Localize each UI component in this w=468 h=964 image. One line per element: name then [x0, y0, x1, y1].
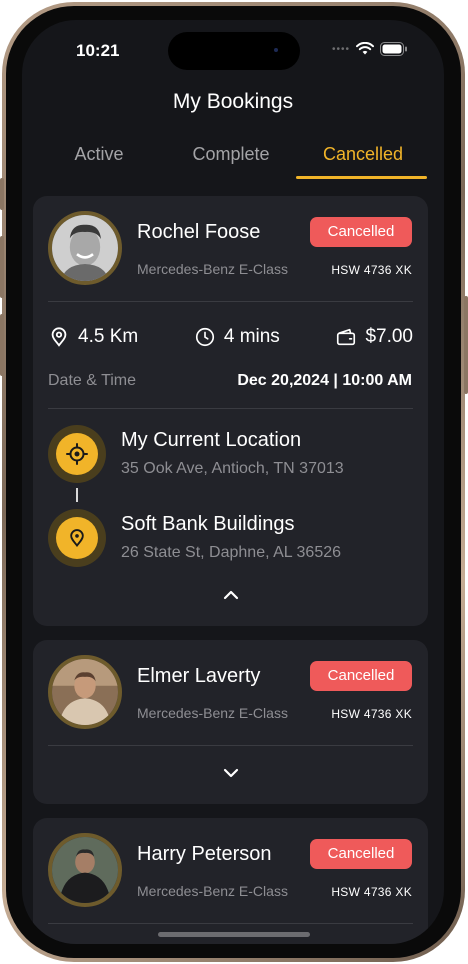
price-value: $7.00: [365, 326, 413, 347]
duration-stat: 4 mins: [194, 326, 280, 348]
divider: [48, 408, 413, 409]
active-tab-indicator: [296, 176, 427, 179]
divider: [48, 745, 413, 746]
driver-name: Harry Peterson: [137, 843, 272, 865]
booking-card[interactable]: Harry Peterson Cancelled Mercedes-Benz E…: [33, 818, 428, 944]
avatar: [48, 655, 122, 729]
trip-stats: 4.5 Km 4 mins $7.00: [48, 322, 413, 352]
wifi-icon: [356, 42, 374, 55]
mute-switch: [0, 178, 4, 210]
chevron-up-icon[interactable]: [220, 588, 242, 602]
status-bar: 10:21 ••••: [22, 20, 444, 80]
driver-name: Elmer Laverty: [137, 665, 261, 687]
driver-photo: [52, 659, 118, 725]
status-badge: Cancelled: [310, 217, 412, 247]
tab-complete[interactable]: Complete: [165, 142, 297, 182]
dropoff-title: Soft Bank Buildings: [121, 513, 295, 535]
divider: [48, 923, 413, 924]
pickup-address: 35 Ook Ave, Antioch, TN 37013: [121, 460, 344, 477]
status-badge: Cancelled: [310, 839, 412, 869]
avatar: [48, 833, 122, 907]
divider: [48, 301, 413, 302]
driver-photo: [52, 837, 118, 903]
datetime-label: Date & Time: [48, 372, 137, 389]
tab-active[interactable]: Active: [33, 142, 165, 182]
volume-down-button: [0, 314, 4, 376]
dropoff-address: 26 State St, Daphne, AL 36526: [121, 544, 342, 561]
route-connector: [76, 488, 78, 502]
distance-value: 4.5 Km: [78, 326, 139, 347]
duration-value: 4 mins: [223, 326, 280, 347]
datetime-value: Dec 20,2024 | 10:00 AM: [237, 372, 412, 389]
status-time: 10:21: [76, 41, 120, 60]
driver-photo: [52, 215, 118, 281]
avatar: [48, 211, 122, 285]
status-icons: ••••: [332, 42, 408, 56]
car-model: Mercedes-Benz E-Class: [137, 883, 288, 899]
driver-name: Rochel Foose: [137, 221, 261, 243]
battery-icon: [380, 42, 407, 56]
license-plate: HSW 4736 XK: [331, 263, 412, 277]
clock-icon: [195, 327, 214, 347]
license-plate: HSW 4736 XK: [331, 885, 412, 899]
distance-stat: 4.5 Km: [48, 326, 138, 348]
dynamic-island: [168, 32, 300, 70]
power-button: [464, 296, 468, 394]
location-pin-icon: [51, 327, 67, 347]
volume-up-button: [0, 236, 4, 298]
license-plate: HSW 4736 XK: [331, 707, 412, 721]
wallet-icon: [337, 328, 356, 346]
dropoff-marker: [48, 509, 106, 567]
crosshair-icon: [66, 443, 88, 465]
booking-card[interactable]: Elmer Laverty Cancelled Mercedes-Benz E-…: [33, 640, 428, 804]
home-indicator[interactable]: [158, 932, 310, 937]
pickup-marker: [48, 425, 106, 483]
car-model: Mercedes-Benz E-Class: [137, 261, 288, 277]
chevron-down-icon[interactable]: [220, 766, 242, 780]
page-title: My Bookings: [172, 90, 294, 113]
price-stat: $7.00: [335, 326, 413, 348]
location-pin-icon: [70, 529, 84, 547]
car-model: Mercedes-Benz E-Class: [137, 705, 288, 721]
status-badge: Cancelled: [310, 661, 412, 691]
cellular-signal-icon: ••••: [331, 43, 350, 55]
app-screen: 10:21 •••• My Bookings Active Complete C…: [22, 20, 444, 944]
booking-card[interactable]: Rochel Foose Cancelled Mercedes-Benz E-C…: [33, 196, 428, 626]
pickup-title: My Current Location: [121, 429, 302, 451]
